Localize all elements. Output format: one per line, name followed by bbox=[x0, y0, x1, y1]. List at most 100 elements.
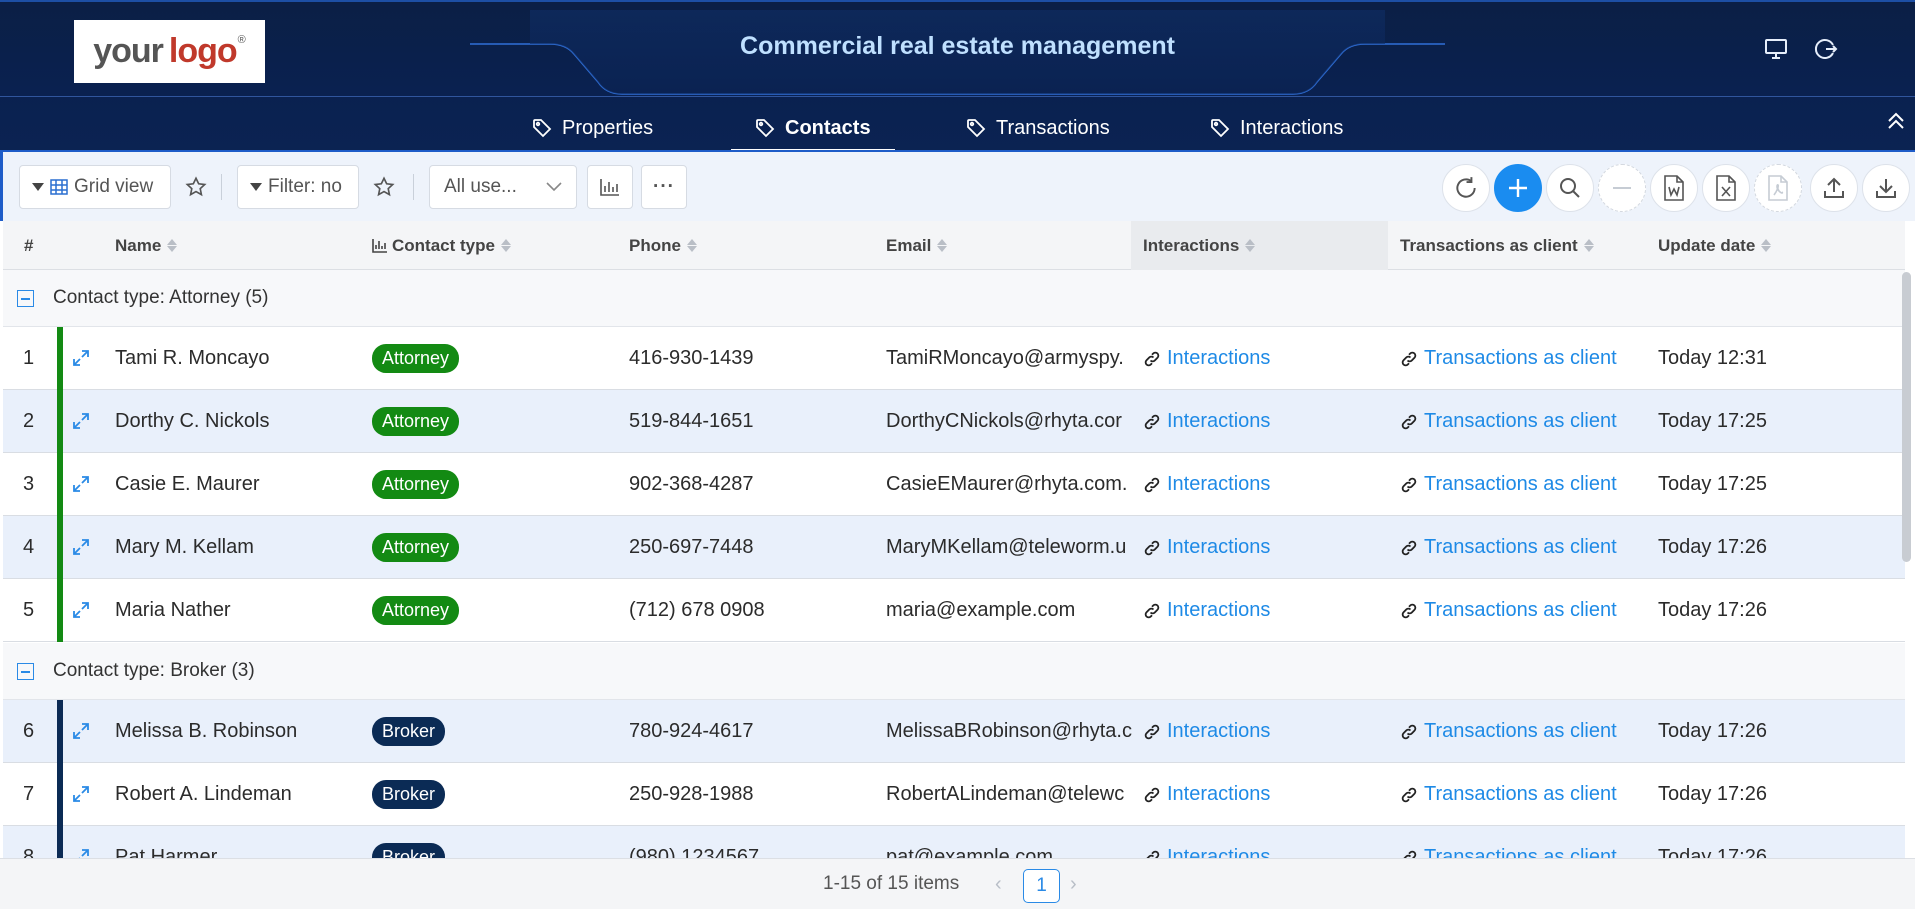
sort-icon bbox=[167, 239, 178, 252]
expand-icon bbox=[73, 849, 89, 858]
transactions-link[interactable]: Transactions as client bbox=[1400, 599, 1617, 622]
row-type-color-bar bbox=[57, 453, 63, 516]
table-row[interactable]: 6 Melissa B. Robinson Broker 780-924-4617 Me… bbox=[3, 700, 1905, 763]
vertical-scrollbar[interactable] bbox=[1902, 272, 1911, 562]
column-header-phone[interactable]: Phone bbox=[629, 221, 697, 270]
expand-row-button[interactable] bbox=[71, 784, 93, 806]
pager-summary: 1-15 of 15 items bbox=[823, 873, 960, 894]
delete-button[interactable] bbox=[1598, 164, 1646, 212]
export-excel-button[interactable] bbox=[1702, 164, 1750, 212]
transactions-link[interactable]: Transactions as client bbox=[1400, 410, 1617, 433]
column-label: Phone bbox=[629, 235, 681, 255]
interactions-link[interactable]: Interactions bbox=[1143, 473, 1270, 496]
expand-row-button[interactable] bbox=[71, 721, 93, 743]
table-row[interactable]: 2 Dorthy C. Nickols Attorney 519-844-1651 Do… bbox=[3, 390, 1905, 453]
transactions-link[interactable]: Transactions as client bbox=[1400, 846, 1617, 858]
export-word-button[interactable] bbox=[1650, 164, 1698, 212]
table-row[interactable]: 8 Pat Harmer Broker (980) 1234567 pat@exampl… bbox=[3, 826, 1905, 858]
expand-row-button[interactable] bbox=[71, 348, 93, 370]
table-row[interactable]: 3 Casie E. Maurer Attorney 902-368-4287 Casi… bbox=[3, 453, 1905, 516]
tab-interactions[interactable]: Interactions bbox=[1210, 106, 1343, 150]
logout-icon[interactable] bbox=[1813, 36, 1839, 62]
column-header-transactions[interactable]: Transactions as client bbox=[1400, 221, 1594, 270]
transactions-link[interactable]: Transactions as client bbox=[1400, 473, 1617, 496]
group-row-attorney[interactable]: Contact type: Attorney (5) bbox=[3, 270, 1905, 327]
expand-row-button[interactable] bbox=[71, 847, 93, 858]
transactions-link[interactable]: Transactions as client bbox=[1400, 720, 1617, 743]
grid-footer: 1-15 of 15 items ‹ › bbox=[0, 858, 1915, 909]
app-header: your logo ® Commercial real estate manag… bbox=[0, 0, 1915, 152]
link-label: Transactions as client bbox=[1424, 536, 1617, 558]
phone-cell: 250-697-7448 bbox=[629, 536, 754, 558]
contact-type-cell: Attorney bbox=[372, 453, 460, 516]
monitor-icon[interactable] bbox=[1763, 36, 1789, 62]
link-label: Transactions as client bbox=[1424, 410, 1617, 432]
upload-button[interactable] bbox=[1810, 164, 1858, 212]
refresh-button[interactable] bbox=[1442, 164, 1490, 212]
transactions-link[interactable]: Transactions as client bbox=[1400, 536, 1617, 559]
download-button[interactable] bbox=[1862, 164, 1910, 212]
row-number: 2 bbox=[23, 410, 35, 432]
column-header-name[interactable]: Name bbox=[115, 221, 178, 270]
collapse-group-icon[interactable] bbox=[17, 663, 34, 680]
interactions-link[interactable]: Interactions bbox=[1143, 536, 1270, 559]
expand-icon bbox=[73, 539, 89, 555]
interactions-link[interactable]: Interactions bbox=[1143, 783, 1270, 806]
view-label: Grid view bbox=[74, 176, 154, 197]
collapse-group-icon[interactable] bbox=[17, 290, 34, 307]
column-header-interactions[interactable]: Interactions bbox=[1131, 221, 1388, 270]
group-row-broker[interactable]: Contact type: Broker (3) bbox=[3, 643, 1905, 700]
expand-icon bbox=[73, 723, 89, 739]
pager-prev-button[interactable]: ‹ bbox=[995, 873, 1002, 896]
interactions-cell: Interactions bbox=[1143, 700, 1270, 763]
expand-row-button[interactable] bbox=[71, 600, 93, 622]
email-cell: MelissaBRobinson@rhyta.c bbox=[886, 720, 1132, 742]
tab-label: Interactions bbox=[1240, 116, 1344, 139]
table-row[interactable]: 1 Tami R. Moncayo Attorney 416-930-1439 Tami… bbox=[3, 327, 1905, 390]
row-type-color-bar bbox=[57, 327, 63, 390]
interactions-cell: Interactions bbox=[1143, 327, 1270, 390]
favorite-filter-button[interactable] bbox=[369, 165, 399, 209]
search-button[interactable] bbox=[1546, 164, 1594, 212]
tag-icon bbox=[533, 119, 552, 138]
collapse-header-button[interactable] bbox=[1885, 110, 1909, 134]
tab-properties[interactable]: Properties bbox=[532, 106, 653, 150]
transactions-cell: Transactions as client bbox=[1400, 453, 1617, 516]
sort-icon bbox=[1245, 239, 1256, 252]
add-button[interactable] bbox=[1494, 164, 1542, 212]
expand-row-button[interactable] bbox=[71, 537, 93, 559]
caret-down-icon bbox=[32, 183, 44, 191]
column-header-email[interactable]: Email bbox=[886, 221, 948, 270]
filter-selector-button[interactable]: Filter: no bbox=[237, 165, 359, 209]
users-select[interactable]: All use... bbox=[429, 165, 577, 209]
interactions-link[interactable]: Interactions bbox=[1143, 599, 1270, 622]
row-number: 7 bbox=[23, 783, 35, 805]
column-header-update-date[interactable]: Update date bbox=[1658, 221, 1772, 270]
pager-page-button[interactable]: 1 bbox=[1023, 869, 1060, 903]
transactions-link[interactable]: Transactions as client bbox=[1400, 347, 1617, 370]
pager-next-button[interactable]: › bbox=[1070, 873, 1077, 896]
transactions-cell: Transactions as client bbox=[1400, 390, 1617, 453]
table-row[interactable]: 4 Mary M. Kellam Attorney 250-697-7448 MaryM… bbox=[3, 516, 1905, 579]
interactions-link[interactable]: Interactions bbox=[1143, 720, 1270, 743]
interactions-link[interactable]: Interactions bbox=[1143, 846, 1270, 858]
expand-row-button[interactable] bbox=[71, 411, 93, 433]
tab-transactions[interactable]: Transactions bbox=[966, 106, 1110, 150]
table-row[interactable]: 7 Robert A. Lindeman Broker 250-928-1988 Rob… bbox=[3, 763, 1905, 826]
more-actions-button[interactable]: ··· bbox=[641, 165, 687, 209]
chart-view-button[interactable] bbox=[587, 165, 633, 209]
tab-contacts[interactable]: Contacts bbox=[731, 106, 895, 152]
interactions-link[interactable]: Interactions bbox=[1143, 410, 1270, 433]
interactions-link[interactable]: Interactions bbox=[1143, 347, 1270, 370]
update-date-cell: Today 17:26 bbox=[1658, 599, 1767, 621]
expand-row-button[interactable] bbox=[71, 474, 93, 496]
view-selector-button[interactable]: Grid view bbox=[19, 165, 171, 209]
column-header-number: # bbox=[24, 221, 33, 270]
favorite-view-button[interactable] bbox=[181, 165, 211, 209]
expand-icon bbox=[73, 476, 89, 492]
column-header-contact-type[interactable]: Contact type bbox=[372, 221, 511, 270]
table-row[interactable]: 5 Maria Nather Attorney (712) 678 0908 maria… bbox=[3, 579, 1905, 642]
email-cell: maria@example.com bbox=[886, 599, 1076, 621]
export-pdf-button[interactable] bbox=[1754, 164, 1802, 212]
transactions-link[interactable]: Transactions as client bbox=[1400, 783, 1617, 806]
